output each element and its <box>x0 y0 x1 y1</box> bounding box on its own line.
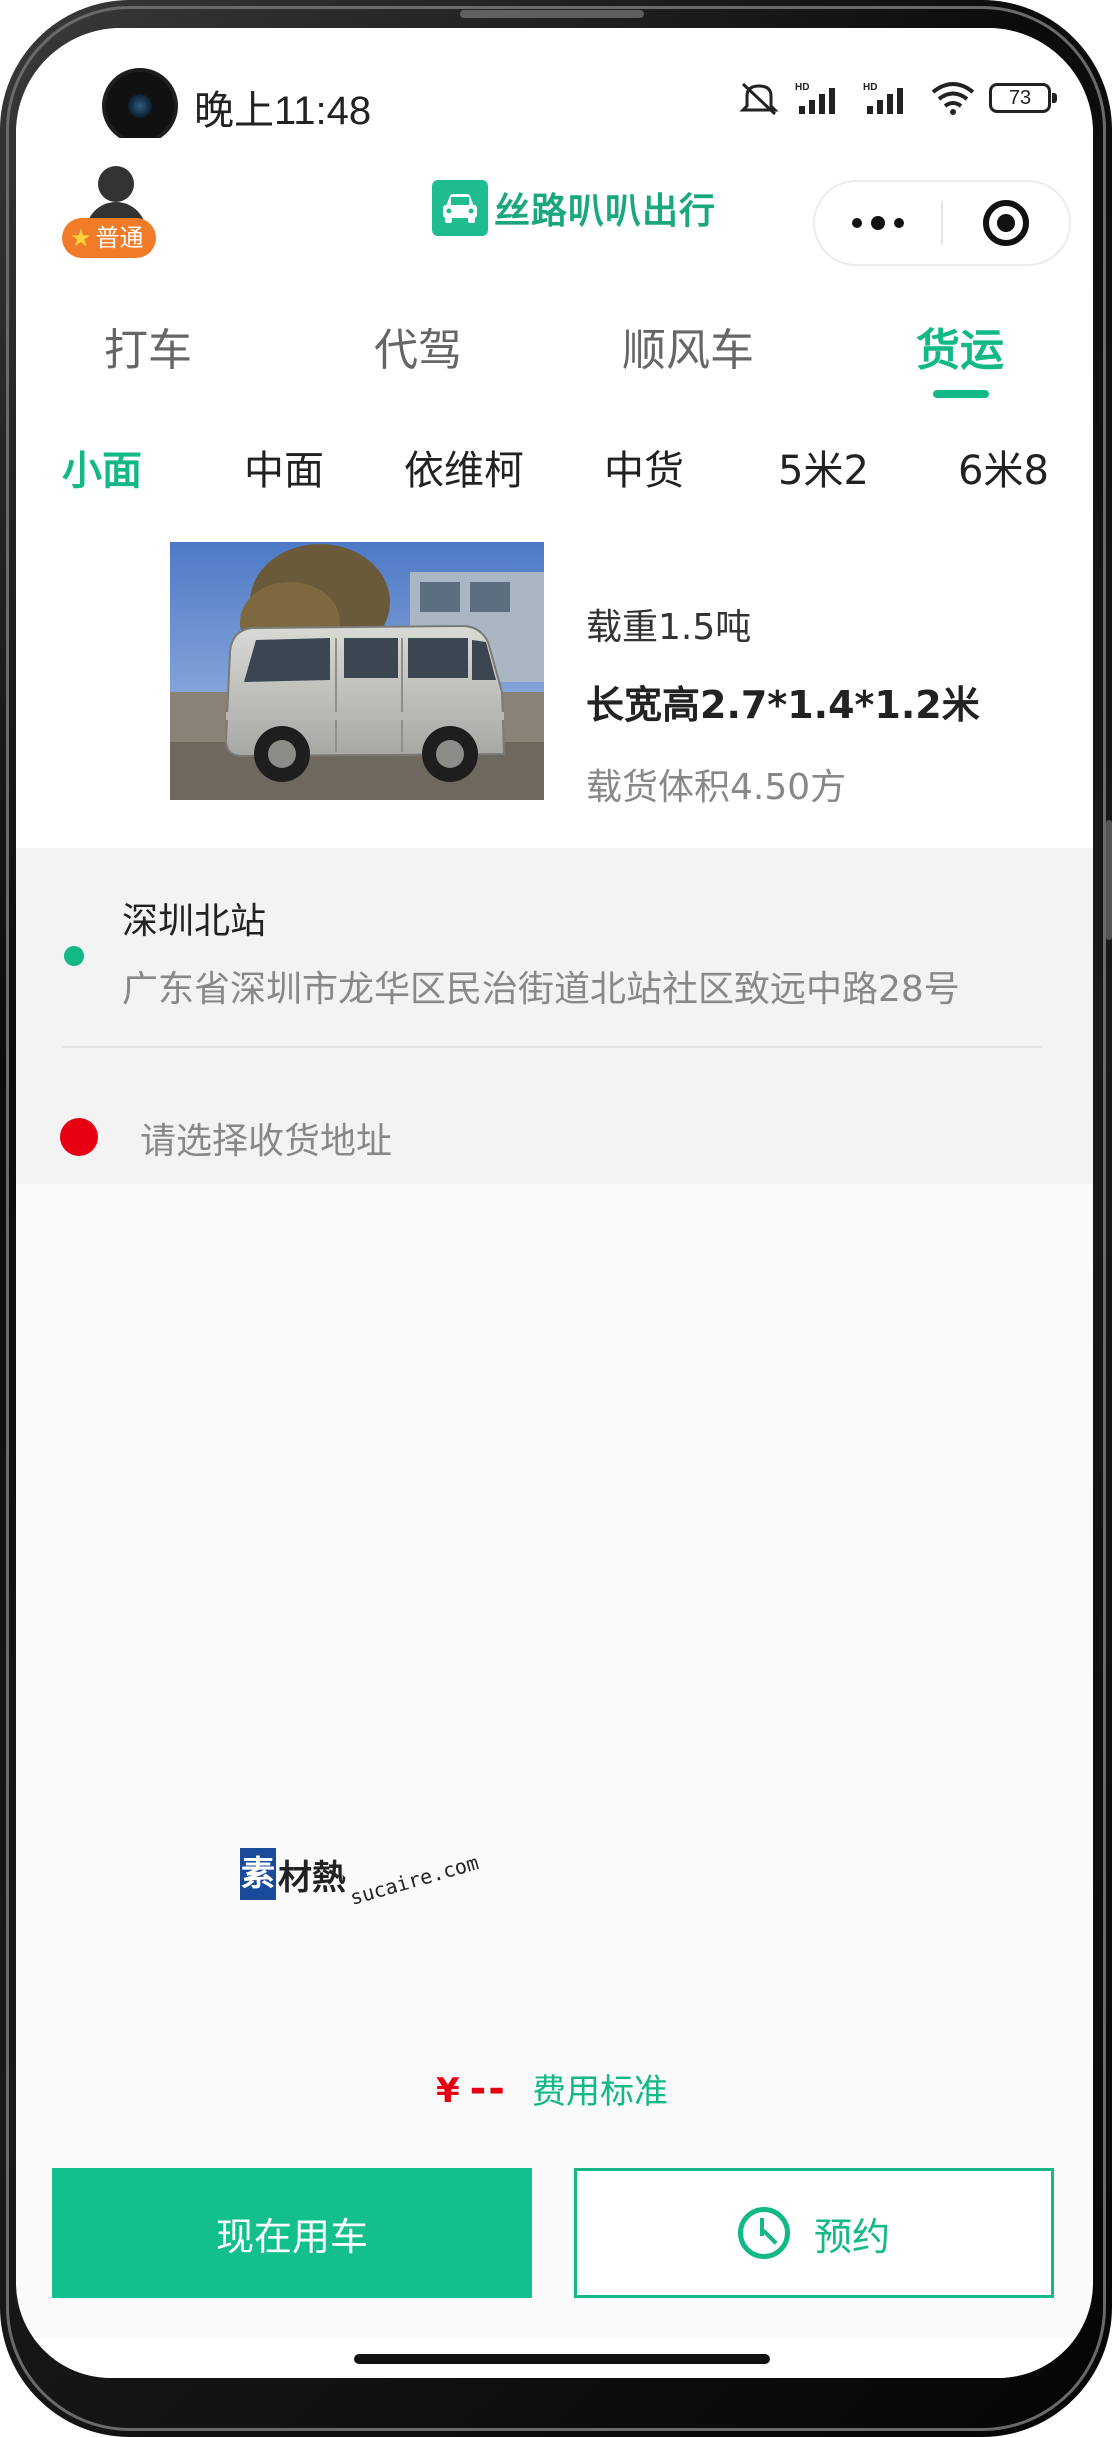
vehicle-tab-medium-van[interactable]: 中面 <box>244 438 324 496</box>
phone-frame: 晚上11:48 HD HD 73 ★ 普通 丝路叭叭出行 打车 代驾 顺风车 货… <box>0 0 1112 2437</box>
tab-carpool[interactable]: 顺风车 <box>622 314 754 378</box>
active-tab-indicator <box>933 390 989 398</box>
book-label: 预约 <box>813 2214 890 2259</box>
app-logo: 丝路叭叭出行 <box>432 180 716 236</box>
vehicle-type-tabs: 小面 中面 依维柯 中货 5米2 6米8 <box>16 408 1093 508</box>
destination-input[interactable]: 请选择收货地址 <box>140 1112 392 1164</box>
status-bar: 晚上11:48 HD HD 73 <box>16 28 1093 140</box>
map-area[interactable] <box>16 1184 1093 2054</box>
earpiece <box>460 10 644 18</box>
use-car-now-button[interactable]: 现在用车 <box>52 2168 532 2298</box>
destination-dot-icon <box>60 1118 98 1156</box>
vehicle-load: 载重1.5吨 <box>586 607 752 648</box>
side-button <box>1106 820 1112 940</box>
vehicle-volume: 载货体积4.50方 <box>586 767 847 808</box>
screen: 晚上11:48 HD HD 73 ★ 普通 丝路叭叭出行 打车 代驾 顺风车 货… <box>16 28 1093 2378</box>
svg-text:HD: HD <box>863 82 877 93</box>
vehicle-tab-6m8[interactable]: 6米8 <box>958 438 1049 496</box>
star-icon: ★ <box>70 224 92 252</box>
currency-symbol: ¥ <box>436 2071 460 2111</box>
use-car-now-label: 现在用车 <box>215 2214 368 2259</box>
address-panel: 深圳北站 广东省深圳市龙华区民治街道北站社区致远中路28号 请选择收货地址 <box>16 848 1093 1184</box>
tab-freight[interactable]: 货运 <box>916 314 1004 378</box>
status-icons: HD HD 73 <box>737 80 1057 116</box>
more-menu-button[interactable] <box>815 216 941 230</box>
mute-icon <box>739 82 779 116</box>
watermark-badge: 素 <box>240 1848 276 1900</box>
vehicle-tab-small-van[interactable]: 小面 <box>62 438 142 496</box>
pickup-dot-icon <box>64 946 84 966</box>
app-name: 丝路叭叭出行 <box>494 191 717 232</box>
avatar-head <box>98 166 134 202</box>
vehicle-tab-5m2[interactable]: 5米2 <box>778 438 869 496</box>
hd-signal-icon: HD <box>863 82 903 114</box>
status-time: 晚上11:48 <box>194 89 372 133</box>
tab-taxi[interactable]: 打车 <box>104 314 192 378</box>
fee-standard-link[interactable]: 费用标准 <box>532 2064 668 2113</box>
dot-icon <box>852 218 862 228</box>
wifi-icon <box>931 82 975 115</box>
close-mini-program-button[interactable] <box>943 200 1069 246</box>
vehicle-photo <box>170 542 544 800</box>
tab-designated-driver[interactable]: 代驾 <box>374 314 462 378</box>
member-badge[interactable]: ★ 普通 <box>62 218 156 258</box>
car-logo-icon <box>432 180 488 236</box>
book-button[interactable]: 预约 <box>574 2168 1054 2298</box>
price-value: -- <box>469 2066 507 2112</box>
hd-signal-icon: HD <box>795 82 835 114</box>
svg-text:HD: HD <box>795 82 809 93</box>
vehicle-card: 载重1.5吨 长宽高2.7*1.4*1.2米 载货体积4.50方 <box>16 508 1093 848</box>
member-badge-label: 普通 <box>95 224 144 252</box>
mini-program-capsule <box>813 180 1071 266</box>
header: ★ 普通 丝路叭叭出行 <box>16 138 1093 278</box>
target-icon <box>982 200 1029 246</box>
front-camera <box>106 72 174 140</box>
battery-icon: 73 <box>989 83 1057 113</box>
vehicle-tab-medium-truck[interactable]: 中货 <box>604 438 684 496</box>
watermark-text: 材熱 <box>278 1857 346 1898</box>
clock-icon <box>737 2207 790 2259</box>
vehicle-tab-iveco[interactable]: 依维柯 <box>404 438 524 496</box>
vehicle-dimensions: 长宽高2.7*1.4*1.2米 <box>586 683 980 727</box>
watermark-logo: 素 材熱 sucaire.com <box>240 1848 481 1910</box>
pickup-title[interactable]: 深圳北站 <box>122 892 266 944</box>
pickup-address[interactable]: 广东省深圳市龙华区民治街道北站社区致远中路28号 <box>122 960 960 1012</box>
price-display: ¥ -- <box>436 2066 507 2112</box>
dot-icon <box>894 218 904 228</box>
address-divider <box>62 1046 1042 1048</box>
dot-icon <box>871 216 885 230</box>
home-indicator[interactable] <box>354 2354 770 2364</box>
main-tabs: 打车 代驾 顺风车 货运 <box>16 278 1093 408</box>
